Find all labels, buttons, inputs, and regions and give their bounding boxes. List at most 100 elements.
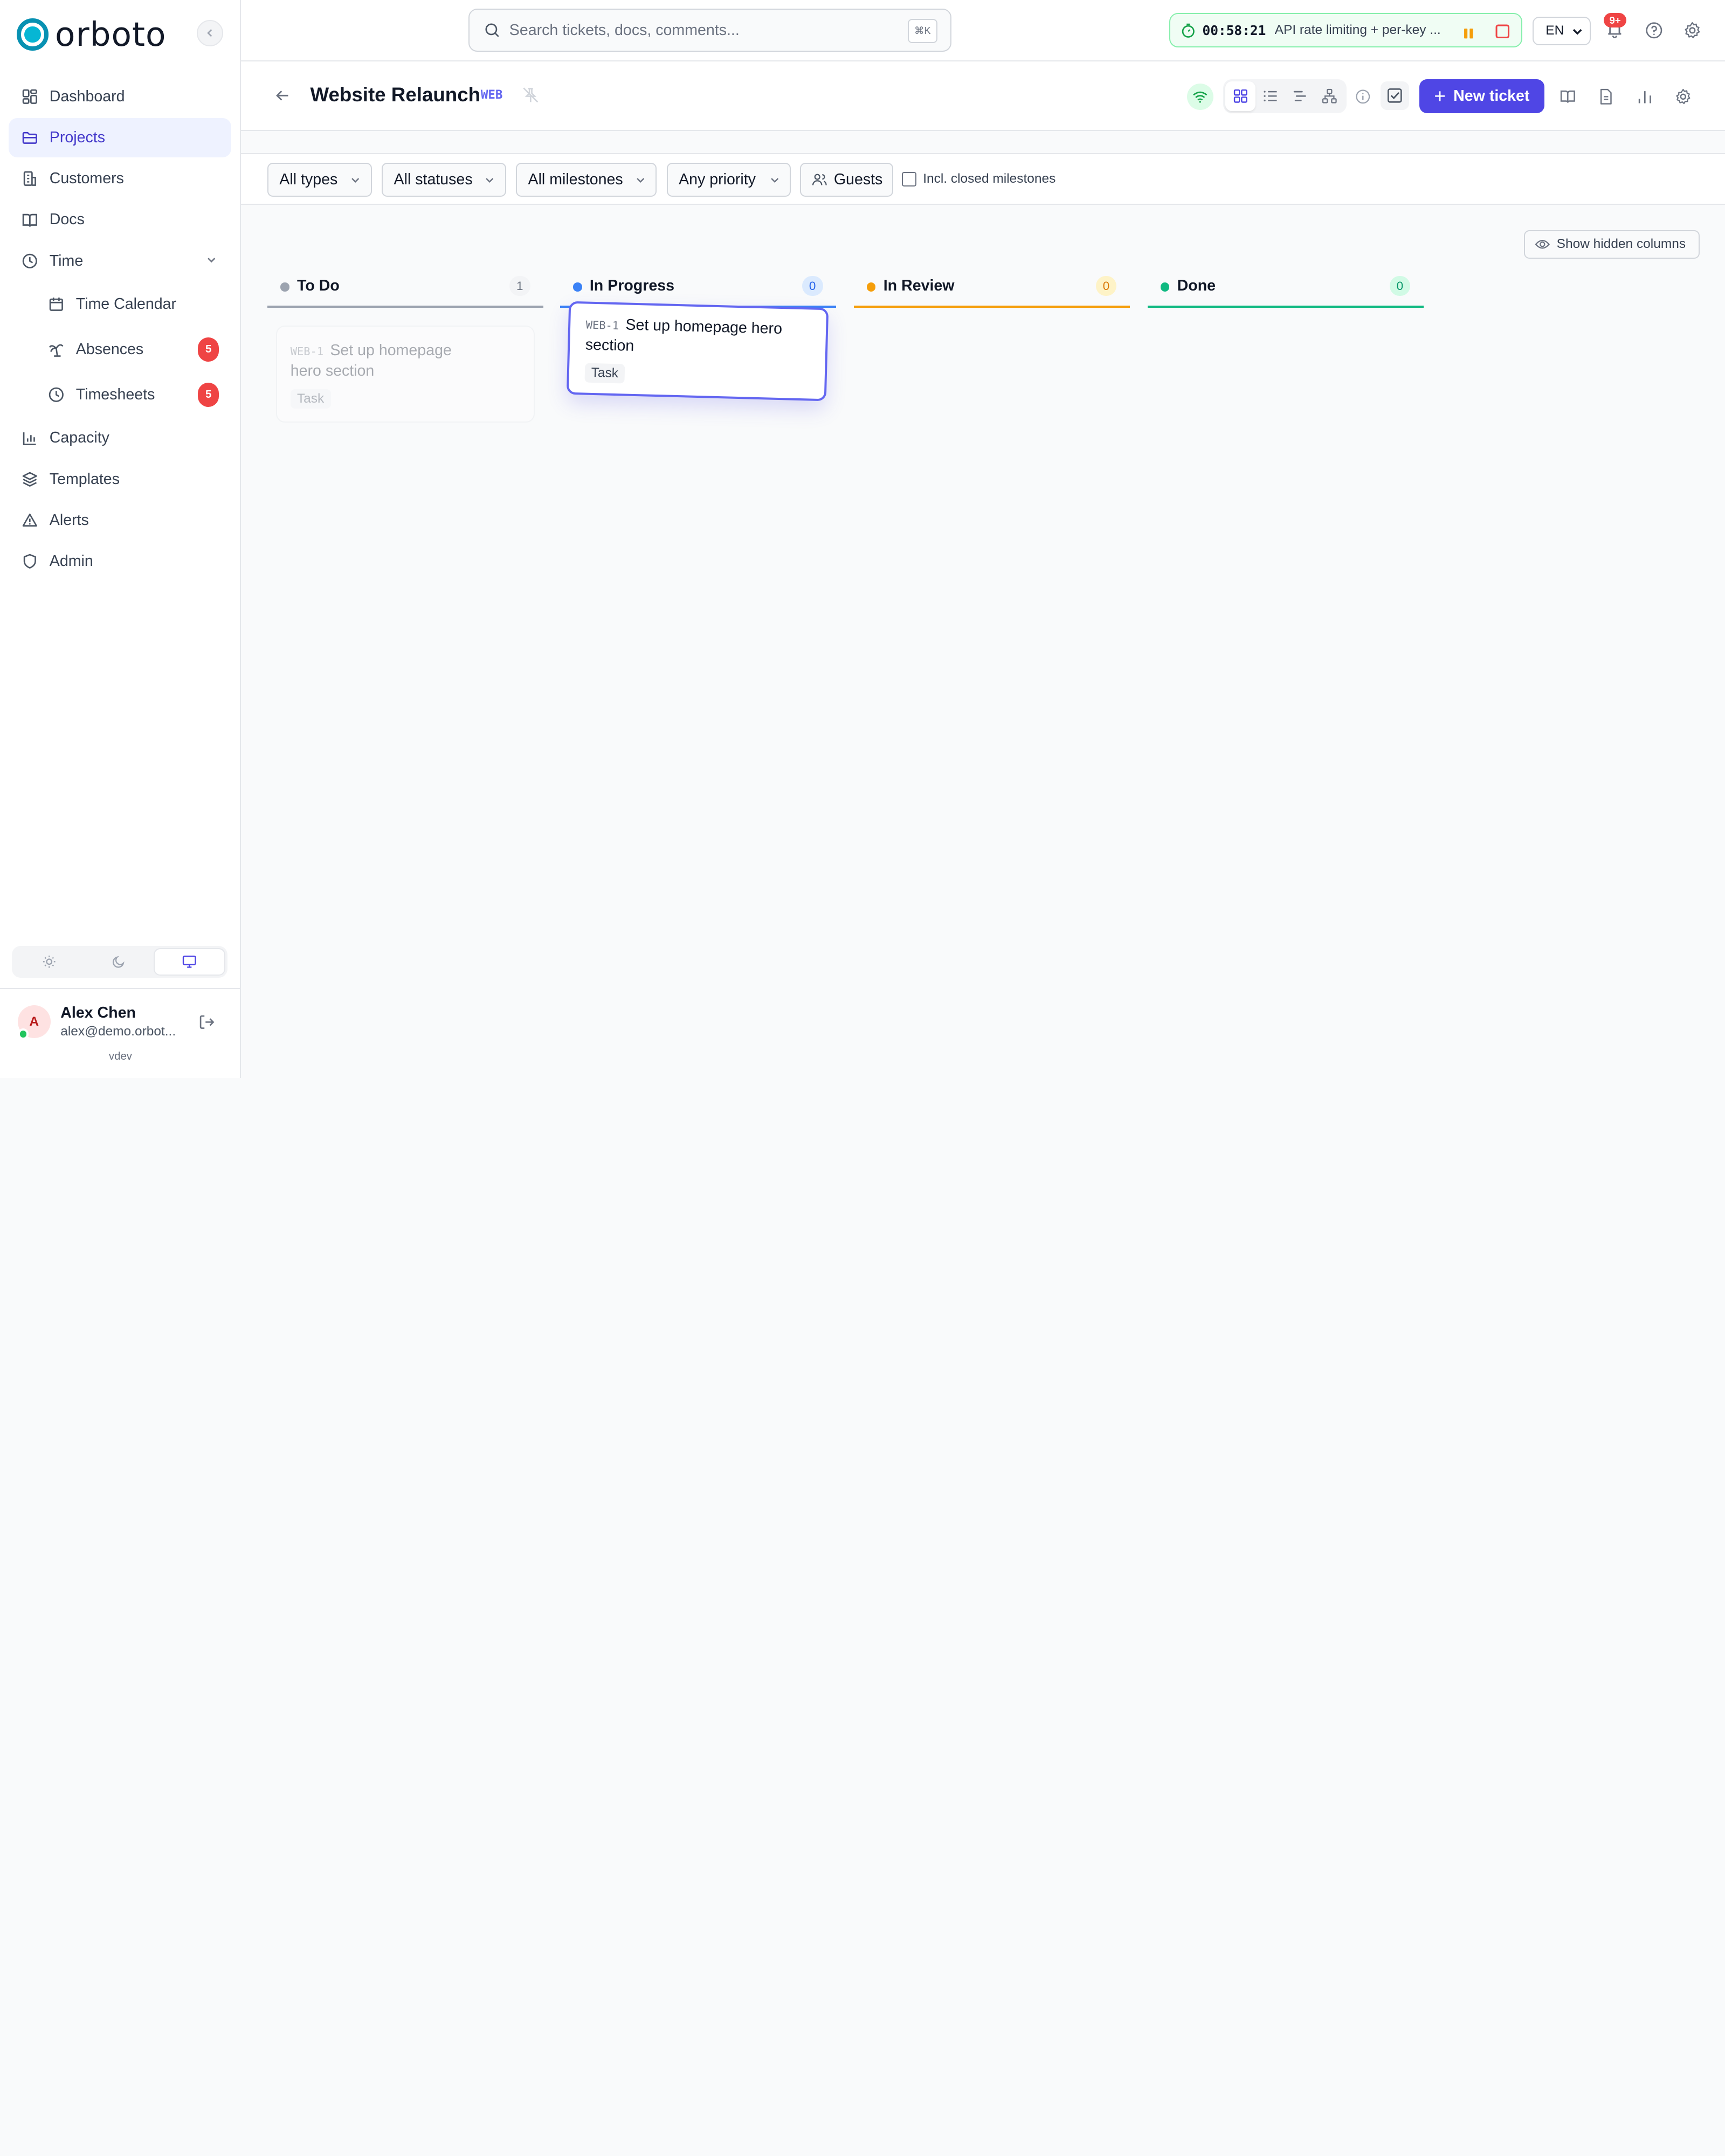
milestone-filter-dropdown[interactable]: All milestones [516,162,657,197]
status-dot [867,282,876,292]
ticket-card-placeholder[interactable]: WEB-1 Set up homepage hero section Task [276,326,535,423]
timer-ticket-label: API rate limiting + per-key ... [1274,23,1441,38]
column-title: Done [1177,277,1216,295]
show-hidden-columns-button[interactable]: Show hidden columns [1523,230,1700,259]
ticket-key: WEB-1 [290,344,324,358]
logout-button[interactable] [198,1013,216,1035]
column-count-badge: 0 [802,276,823,296]
board-view-button[interactable] [1225,81,1255,112]
priority-filter-dropdown[interactable]: Any priority [666,162,791,197]
settings-button[interactable] [1683,21,1702,44]
include-closed-milestones-toggle[interactable]: Incl. closed milestones [902,171,1055,186]
language-select[interactable]: EN [1532,16,1591,45]
sidebar-item-label: Dashboard [49,88,125,106]
theme-switcher [12,946,228,978]
notes-button[interactable] [1597,88,1615,110]
sidebar-item-capacity[interactable]: Capacity [9,418,231,458]
sidebar-item-templates[interactable]: Templates [9,459,231,499]
type-filter-dropdown[interactable]: All types [267,162,372,197]
new-ticket-button[interactable]: + New ticket [1419,79,1545,114]
select-mode-button[interactable] [1381,81,1410,110]
file-text-icon [1600,89,1612,105]
stop-icon [1495,24,1510,39]
column-count-badge: 1 [509,276,530,296]
docs-button[interactable] [1559,88,1577,110]
sidebar-item-label: Time [49,252,84,270]
status-dot [573,282,582,292]
sidebar-item-dashboard[interactable]: Dashboard [9,77,231,116]
ticket-card-dragging[interactable]: WEB-1 Set up homepage hero section Task [566,301,829,402]
sidebar-item-time-calendar[interactable]: Time Calendar [9,282,231,326]
ticket-key: WEB-1 [585,319,619,333]
sidebar-item-time[interactable]: Time [9,241,231,280]
reports-button[interactable] [1636,88,1654,110]
status-filter-value: All statuses [394,171,473,189]
include-closed-milestones-checkbox[interactable] [902,172,916,186]
status-dot [1161,282,1170,292]
user-panel: A Alex Chen alex@demo.orbot... vdev [0,987,241,1078]
back-button[interactable] [274,87,292,109]
absences-count-badge: 5 [198,337,219,362]
building-icon [21,170,39,188]
arrow-left-icon [276,91,288,101]
priority-filter-value: Any priority [679,171,756,189]
stop-timer-button[interactable] [1495,23,1510,44]
sidebar-item-label: Absences [75,340,144,358]
guests-filter-button[interactable]: Guests [799,162,894,197]
chevron-down-icon [486,178,494,183]
ticket-heading: WEB-1 Set up homepage hero section [291,339,483,381]
pause-timer-button[interactable] [1462,24,1475,45]
wifi-icon [1193,92,1208,103]
theme-system-button[interactable] [154,948,226,976]
bar-chart-icon [1638,91,1651,103]
help-button[interactable] [1645,21,1664,44]
stopwatch-icon [1182,23,1195,38]
collapse-sidebar-button[interactable] [197,19,224,46]
moon-icon [113,956,125,968]
sidebar-item-alerts[interactable]: Alerts [9,500,231,540]
theme-dark-button[interactable] [84,948,154,976]
column-count-badge: 0 [1389,276,1411,296]
users-icon [812,172,827,188]
logo-mark-icon [16,18,49,51]
timeline-view-button[interactable] [1285,81,1315,111]
sidebar-item-label: Projects [49,129,105,147]
calendar-icon [47,295,65,313]
running-timer[interactable]: 00:58:21 API rate limiting + per-key ... [1169,13,1523,47]
milestone-filter-value: All milestones [528,171,623,189]
app-version: vdev [108,1050,132,1062]
chevron-down-icon [770,178,778,183]
sidebar-item-absences[interactable]: Absences 5 [9,328,231,372]
alert-triangle-icon [21,512,39,529]
sidebar-item-timesheets[interactable]: Timesheets 5 [9,373,231,417]
sidebar-item-admin[interactable]: Admin [9,542,231,581]
unpin-button[interactable] [521,86,540,109]
ticket-type-tag: Task [290,389,331,409]
column-title: In Review [883,277,955,295]
user-email: alex@demo.orbot... [60,1024,176,1039]
sidebar-item-customers[interactable]: Customers [9,159,231,198]
page-title: Website Relaunch [310,84,481,106]
dashboard-icon [21,88,39,106]
search-input[interactable]: Search tickets, docs, comments... ⌘K [468,9,952,52]
new-ticket-label: New ticket [1453,87,1530,105]
logo[interactable]: orboto [16,16,167,54]
project-info-button[interactable] [1355,88,1371,108]
sidebar-item-projects[interactable]: Projects [9,118,231,158]
sidebar-item-label: Docs [49,211,85,229]
hierarchy-view-button[interactable] [1315,81,1344,111]
search-icon [485,23,499,37]
status-filter-dropdown[interactable]: All statuses [382,162,506,197]
ticket-heading: WEB-1 Set up homepage hero section [585,313,806,360]
sidebar-item-docs[interactable]: Docs [9,200,231,239]
theme-light-button[interactable] [15,948,84,976]
notification-count-badge: 9+ [1604,13,1626,27]
bar-chart-icon [21,430,39,447]
list-view-button[interactable] [1255,81,1285,111]
sidebar-item-label: Admin [49,552,93,570]
project-settings-button[interactable] [1674,88,1692,110]
ticket-type-tag: Task [584,363,625,384]
monitor-icon [183,956,197,969]
sidebar-item-label: Customers [49,170,124,188]
pause-icon [1464,29,1473,39]
